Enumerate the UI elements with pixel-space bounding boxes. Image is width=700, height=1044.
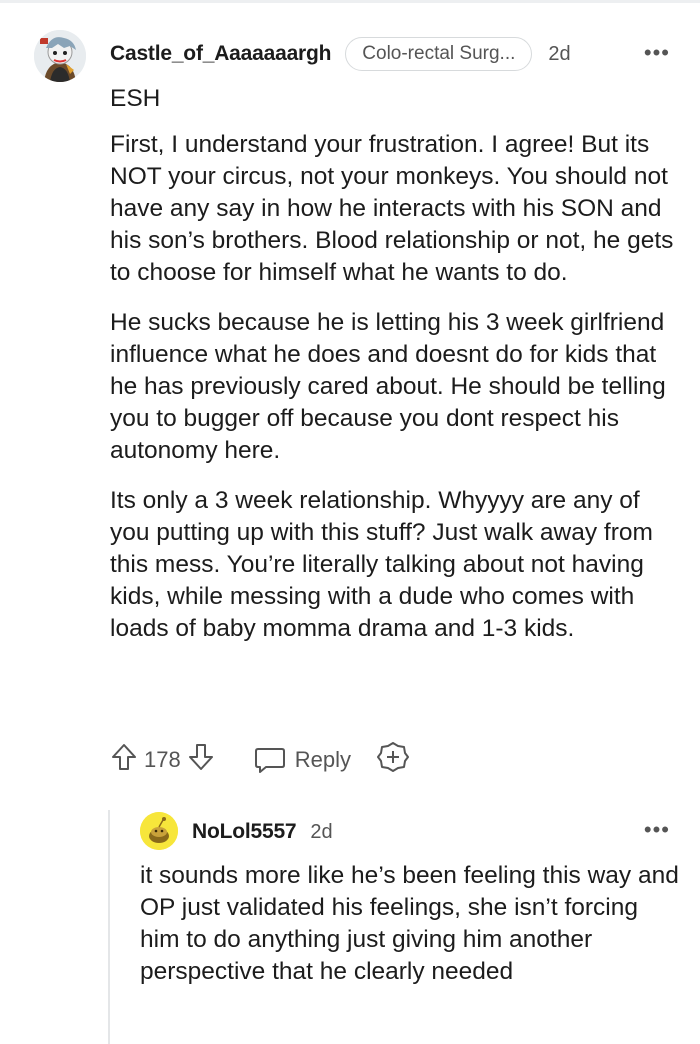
- snoo-avatar-icon: [34, 30, 86, 82]
- avatar[interactable]: [34, 30, 86, 82]
- reply-label: Reply: [294, 747, 351, 772]
- comment-actions: 178 Reply: [110, 740, 409, 780]
- upvote-icon[interactable]: [110, 742, 138, 778]
- comment-thread: Castle_of_Aaaaaaargh Colo-rectal Surg...…: [0, 0, 700, 1044]
- vote-count: 178: [144, 747, 181, 772]
- more-options-icon[interactable]: •••: [644, 40, 670, 66]
- comment-body: ESH First, I understand your frustration…: [110, 83, 680, 663]
- avatar[interactable]: [140, 812, 178, 850]
- comment-paragraph: Its only a 3 week relationship. Whyyyy a…: [110, 487, 653, 642]
- comment-header: Castle_of_Aaaaaaargh Colo-rectal Surg...…: [110, 36, 680, 72]
- username[interactable]: Castle_of_Aaaaaaargh: [110, 42, 331, 66]
- username[interactable]: NoLol5557: [192, 820, 297, 844]
- comment-bubble-icon: [254, 748, 285, 773]
- user-flair: Colo-rectal Surg...: [345, 37, 533, 71]
- comment-paragraph: First, I understand your frustration. I …: [110, 131, 674, 286]
- snoo-avatar-icon: [140, 812, 178, 850]
- award-plus-icon[interactable]: [376, 741, 409, 779]
- reply-button[interactable]: Reply: [253, 745, 351, 775]
- comment-age: 2d: [310, 820, 333, 843]
- more-options-icon[interactable]: •••: [644, 817, 670, 843]
- downvote-icon[interactable]: [187, 742, 215, 778]
- comment-paragraph: ESH: [110, 85, 161, 112]
- reply-body: it sounds more like he’s been feeling th…: [140, 862, 679, 985]
- comment-age: 2d: [548, 42, 571, 65]
- reply-header: NoLol5557 2d •••: [192, 815, 680, 849]
- thread-line[interactable]: [108, 810, 110, 1044]
- top-divider: [0, 0, 700, 3]
- comment-paragraph: He sucks because he is letting his 3 wee…: [110, 309, 666, 464]
